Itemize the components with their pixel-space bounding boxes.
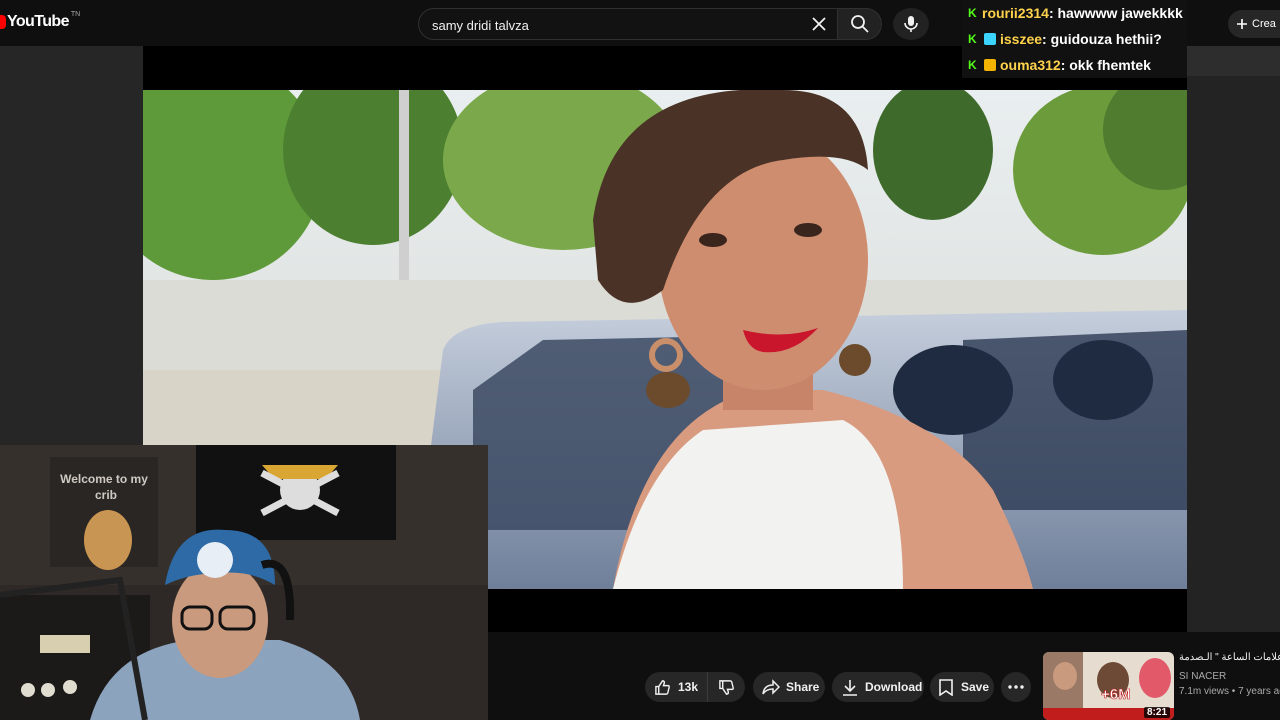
download-icon (843, 679, 857, 696)
page-right-panel (1187, 46, 1280, 651)
more-horizontal-icon (1008, 685, 1024, 689)
page-right-strip (1187, 46, 1280, 76)
chat-message: K ouma312 : okk fhemtek (962, 52, 1187, 78)
page-left-panel (0, 46, 143, 446)
chat-overlay: K rourii2314 : hawwww jawekkkk K isszee … (962, 0, 1187, 78)
chat-text: : okk fhemtek (1060, 57, 1151, 73)
subscriber-badge-icon (984, 59, 996, 71)
save-label: Save (961, 680, 990, 694)
search-button[interactable] (838, 8, 882, 40)
recommended-video-meta: 7.1m views • 7 years ago (1179, 686, 1280, 697)
search-input[interactable] (430, 9, 804, 41)
youtube-logo[interactable]: YouTube TN (0, 10, 81, 31)
webcam-feed: Welcome to my crib (0, 445, 488, 720)
chat-username: rourii2314 (982, 5, 1049, 21)
chat-username: ouma312 (1000, 57, 1061, 73)
webcam-overlay: Welcome to my crib (0, 445, 488, 720)
voice-search-button[interactable] (893, 8, 929, 40)
close-icon[interactable] (809, 14, 829, 34)
chat-text: : hawwww jawekkkk (1048, 5, 1183, 21)
chat-username: isszee (1000, 31, 1043, 47)
search-box[interactable] (418, 8, 838, 41)
kick-badge-icon: K (968, 32, 977, 46)
kick-badge-icon: K (968, 58, 977, 72)
create-label: Crea (1252, 18, 1276, 30)
video-duration: 8:21 (1143, 707, 1170, 718)
chat-message: K rourii2314 : hawwww jawekkkk (962, 0, 1187, 26)
create-button[interactable]: Crea (1228, 10, 1280, 38)
search-icon (850, 15, 869, 33)
poster-text: crib (95, 488, 117, 502)
chat-message: K isszee : guidouza hethii? (962, 26, 1187, 52)
download-button[interactable]: Download (832, 672, 924, 702)
share-icon (762, 679, 780, 695)
thumbs-down-icon (719, 679, 734, 695)
download-label: Download (865, 680, 923, 694)
save-button[interactable]: Save (930, 672, 994, 702)
plus-icon (1237, 19, 1247, 29)
dislike-button[interactable] (707, 672, 745, 702)
logo-text: YouTube (7, 13, 69, 30)
recommended-channel-name[interactable]: SI NACER (1179, 671, 1226, 682)
subscriber-badge-icon (984, 33, 996, 45)
like-count: 13k (678, 680, 699, 694)
poster-text: Welcome to my (60, 472, 148, 486)
logo-region: TN (70, 10, 81, 18)
share-button[interactable]: Share (753, 672, 825, 702)
kick-badge-icon: K (968, 6, 977, 20)
bookmark-add-icon (939, 678, 953, 696)
thumbnail-badge: +6M (1101, 686, 1131, 703)
more-actions-button[interactable] (1001, 672, 1031, 702)
microphone-icon (904, 16, 918, 32)
chat-text: : guidouza hethii? (1042, 31, 1162, 47)
recommended-video-thumbnail[interactable]: +6M 8:21 (1043, 652, 1174, 720)
recommended-video-title[interactable]: " علامات الساعة " الـصدمة (1179, 652, 1280, 663)
like-button[interactable]: 13k (645, 672, 707, 702)
youtube-play-icon (0, 15, 6, 29)
share-label: Share (786, 680, 820, 694)
thumbs-up-icon (655, 679, 670, 695)
